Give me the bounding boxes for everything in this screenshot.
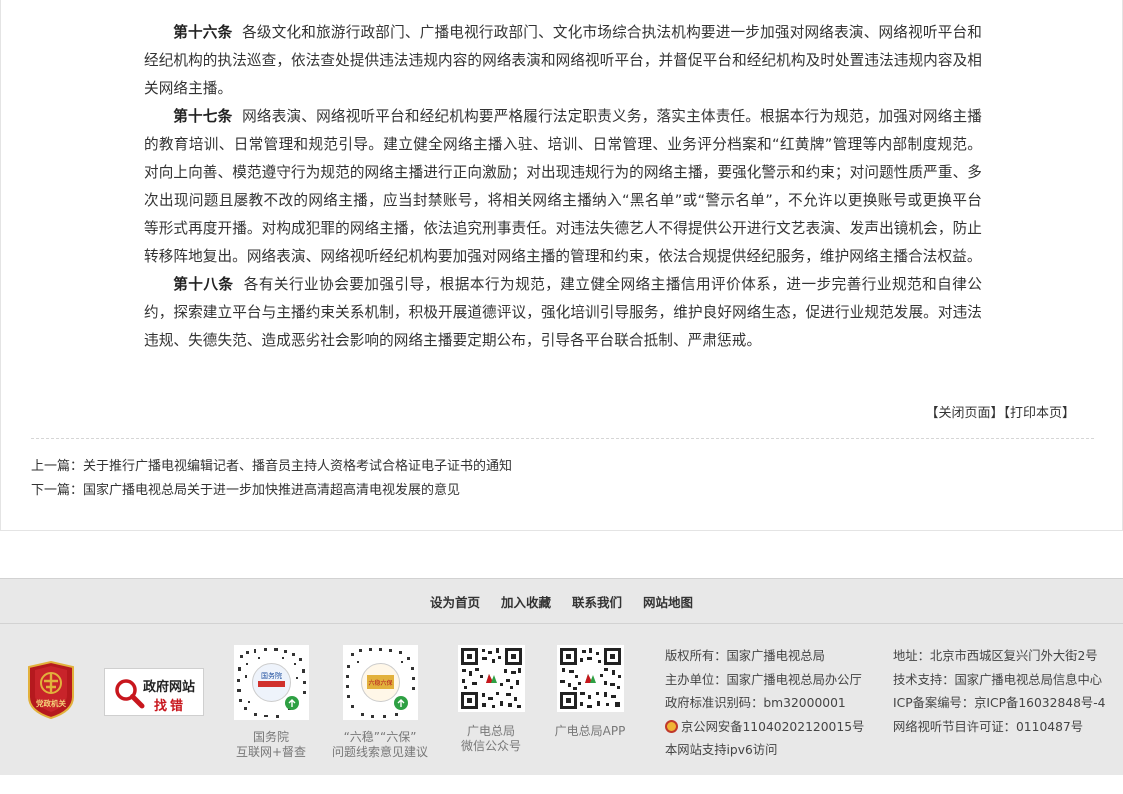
add-favorite-link[interactable]: 加入收藏 <box>501 592 551 611</box>
police-record[interactable]: 京公网安备11040202120015号 <box>665 716 864 740</box>
av-license-text: 网络视听节目许可证：0110487号 <box>893 719 1084 734</box>
magnifier-icon <box>115 679 145 709</box>
article-card: 第十六条 各级文化和旅游行政部门、广播电视行政部门、文化市场综合执法机构要进一步… <box>0 0 1123 531</box>
sponsor-text: 主办单位：国家广播电视总局办公厅 <box>665 672 862 687</box>
badge-label: 党政机关 <box>36 698 66 708</box>
footer: 党政机关 政府网站 找错 国务院 国务院 互联网+督查 六稳六保 “六稳”“六保… <box>0 624 1123 775</box>
close-page-link[interactable]: 【关闭页面】 <box>925 406 1003 421</box>
qr-code-icon <box>556 645 624 712</box>
footer-info-right: 地址：北京市西城区复兴门外大街2号 技术支持：国家广播电视总局信息中心 ICP备… <box>893 645 1105 739</box>
qrcode-gwy-caption1: 国务院 <box>252 730 289 744</box>
footer-info-left: 版权所有：国家广播电视总局 主办单位：国家广播电视总局办公厅 政府标准识别码：b… <box>665 645 864 763</box>
qrcode-liuwen[interactable]: 六稳六保 “六稳”“六保” 问题线索意见建议 <box>330 645 430 760</box>
contact-us-link[interactable]: 联系我们 <box>572 592 622 611</box>
qrcode-liuwen-caption1: “六稳”“六保” <box>343 730 417 744</box>
icp-record-link[interactable]: ICP备案编号：京ICP备16032848号-4 <box>893 692 1105 716</box>
article-text: 网络表演、网络视听平台和经纪机构要严格履行法定职责义务，落实主体责任。根据本行为… <box>144 108 982 265</box>
article-heading: 第十七条 <box>173 108 233 125</box>
article-paragraph-18: 第十八条 各有关行业协会要加强引导，根据本行为规范，建立健全网络主播信用评价体系… <box>144 271 982 355</box>
prev-label: 上一篇： <box>31 459 84 474</box>
next-label: 下一篇： <box>31 483 84 498</box>
ipv6-text: 本网站支持ipv6访问 <box>665 743 778 757</box>
qrcode-gwy-caption2: 互联网+督查 <box>235 745 307 759</box>
article-nav: 上一篇：关于推行广播电视编辑记者、播音员主持人资格考试合格证电子证书的通知 下一… <box>31 455 512 503</box>
qrcode-app-caption1: 广电总局APP <box>554 724 626 738</box>
gov-website-find-error[interactable]: 政府网站 找错 <box>104 668 204 716</box>
article-text: 各有关行业协会要加强引导，根据本行为规范，建立健全网络主播信用评价体系，进一步完… <box>144 276 983 349</box>
qr-code-icon <box>457 645 525 712</box>
qrcode-app[interactable]: 广电总局APP <box>552 645 628 739</box>
police-record-text: 京公网安备11040202120015号 <box>681 719 865 734</box>
article-heading: 第十八条 <box>173 276 234 293</box>
police-badge-icon <box>665 719 678 733</box>
footer-link-bar: 设为首页 加入收藏 联系我们 网站地图 <box>0 578 1123 624</box>
page-tools: 【关闭页面】【打印本页】 <box>925 402 1075 421</box>
find-error-line1: 政府网站 <box>143 680 196 695</box>
qrcode-liuwen-inner: 六稳六保 <box>368 679 392 687</box>
address-text: 地址：北京市西城区复兴门外大街2号 <box>893 649 1098 663</box>
prev-article-link[interactable]: 关于推行广播电视编辑记者、播音员主持人资格考试合格证电子证书的通知 <box>83 459 512 474</box>
qrcode-wechat-caption2: 微信公众号 <box>460 739 521 753</box>
mini-program-code-icon: 六稳六保 <box>342 645 418 720</box>
qrcode-gwy[interactable]: 国务院 国务院 互联网+督查 <box>233 645 309 760</box>
qrcode-liuwen-caption2: 问题线索意见建议 <box>331 745 428 759</box>
article-body: 第十六条 各级文化和旅游行政部门、广播电视行政部门、文化市场综合执法机构要进一步… <box>144 19 982 355</box>
print-page-link[interactable]: 【打印本页】 <box>1003 406 1075 421</box>
find-error-line2: 找错 <box>154 699 187 714</box>
qrcode-gwy-inner: 国务院 <box>261 671 282 680</box>
article-paragraph-17: 第十七条 网络表演、网络视听平台和经纪机构要严格履行法定职责义务，落实主体责任。… <box>144 103 982 271</box>
party-government-badge-icon[interactable]: 党政机关 <box>27 661 75 719</box>
gov-id-text: 政府标准识别码：bm32000001 <box>665 696 846 710</box>
qrcode-wechat[interactable]: 广电总局 微信公众号 <box>457 645 525 754</box>
dashed-divider <box>31 438 1094 439</box>
next-article: 下一篇：国家广播电视总局关于进一步加快推进高清超高清电视发展的意见 <box>31 479 512 503</box>
qrcode-wechat-caption1: 广电总局 <box>466 724 515 738</box>
article-paragraph-16: 第十六条 各级文化和旅游行政部门、广播电视行政部门、文化市场综合执法机构要进一步… <box>144 19 982 103</box>
tech-support-text: 技术支持：国家广播电视总局信息中心 <box>893 672 1103 687</box>
article-text: 各级文化和旅游行政部门、广播电视行政部门、文化市场综合执法机构要进一步加强对网络… <box>144 24 982 97</box>
prev-article: 上一篇：关于推行广播电视编辑记者、播音员主持人资格考试合格证电子证书的通知 <box>31 455 512 479</box>
copyright-text: 版权所有：国家广播电视总局 <box>665 649 825 663</box>
mini-program-code-icon: 国务院 <box>233 645 309 720</box>
article-heading: 第十六条 <box>173 24 233 41</box>
set-homepage-link[interactable]: 设为首页 <box>430 592 480 611</box>
next-article-link[interactable]: 国家广播电视总局关于进一步加快推进高清超高清电视发展的意见 <box>83 483 460 498</box>
sitemap-link[interactable]: 网站地图 <box>643 592 693 611</box>
